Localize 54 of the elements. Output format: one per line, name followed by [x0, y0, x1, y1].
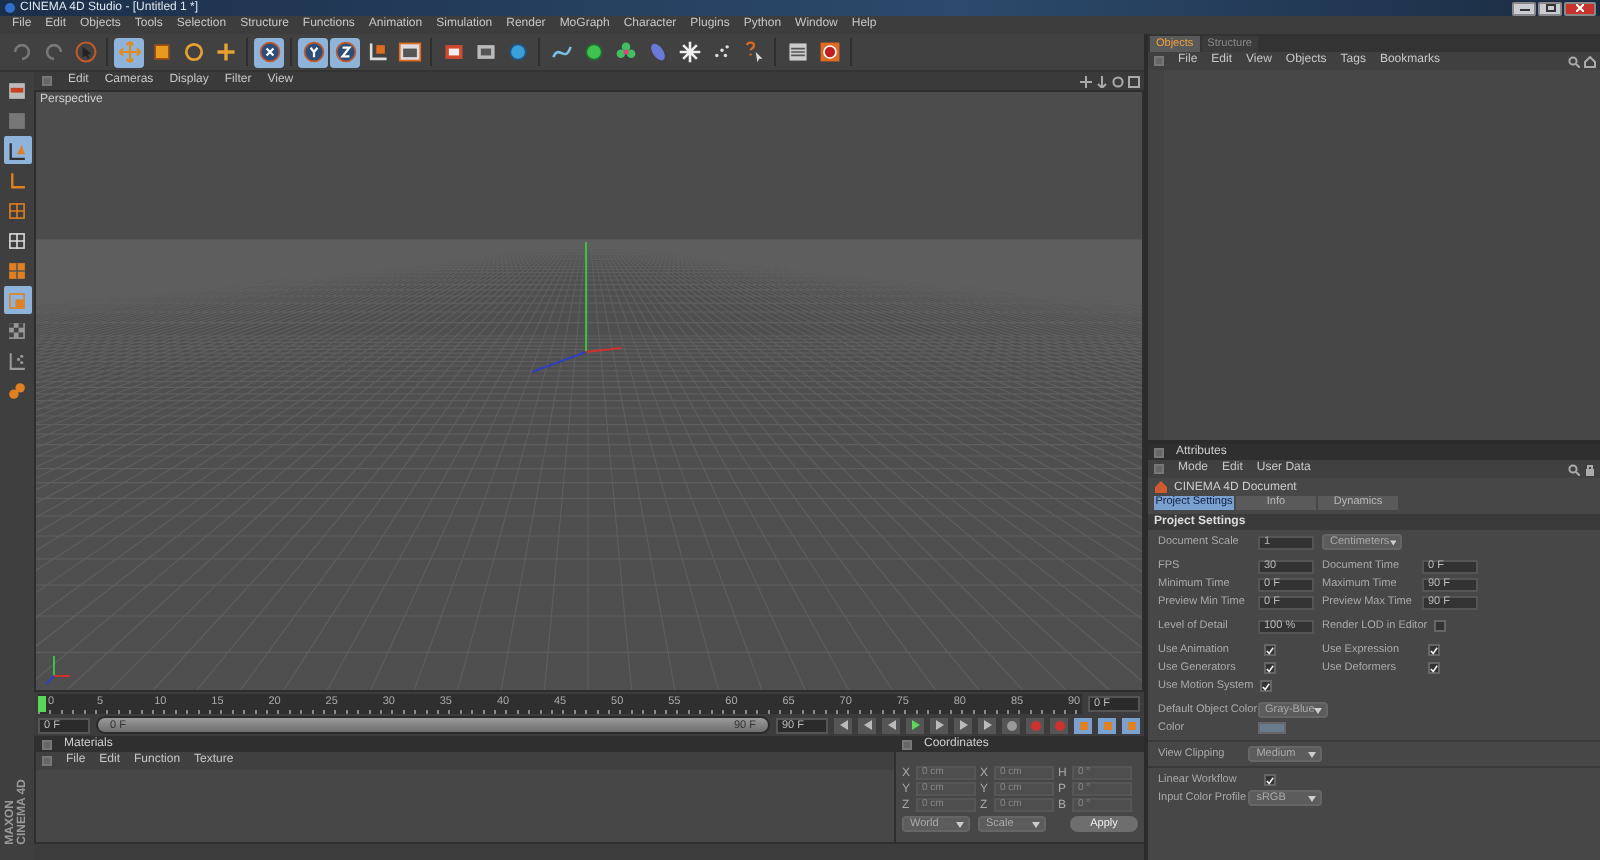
scale-key-icon[interactable]	[1098, 717, 1116, 733]
last-frame-icon[interactable]	[978, 717, 996, 733]
burst-icon[interactable]	[674, 37, 704, 67]
minimize-icon	[1519, 5, 1529, 11]
key-icon[interactable]	[1002, 717, 1020, 733]
y-axis-icon[interactable]	[298, 37, 328, 67]
zoom-view-icon[interactable]	[1096, 75, 1108, 87]
checkbox[interactable]	[1264, 662, 1276, 674]
checkbox[interactable]	[1264, 774, 1276, 786]
next-frame-icon[interactable]	[930, 717, 948, 733]
next-key-icon[interactable]	[954, 717, 972, 733]
close-button[interactable]	[1564, 1, 1596, 15]
select-arrow-icon[interactable]	[70, 37, 100, 67]
maximize-icon	[1545, 4, 1555, 12]
first-frame-icon[interactable]	[834, 717, 852, 733]
rotate-view-icon[interactable]	[1112, 75, 1124, 87]
color-swatch[interactable]	[1258, 722, 1286, 734]
x-axis-icon[interactable]	[254, 37, 284, 67]
move-key-icon[interactable]	[1074, 717, 1092, 733]
checkbox[interactable]	[1433, 620, 1446, 632]
minimize-button[interactable]	[1512, 1, 1536, 15]
caret-icon	[956, 821, 964, 827]
app-icon	[4, 2, 16, 14]
checkbox[interactable]	[1428, 662, 1440, 674]
checkbox[interactable]	[1264, 644, 1276, 656]
caret-icon	[1032, 821, 1040, 827]
checkbox[interactable]	[1259, 680, 1272, 692]
grip-icon[interactable]	[1154, 56, 1164, 66]
close-icon	[1576, 4, 1584, 12]
lock-icon[interactable]	[1584, 463, 1596, 475]
caret-icon	[1389, 539, 1396, 545]
grip-icon[interactable]	[42, 76, 52, 86]
uv-grid-icon[interactable]	[3, 286, 31, 314]
world-axis-icon	[45, 655, 71, 685]
previous-frame-icon[interactable]	[882, 717, 900, 733]
search-icon[interactable]	[1568, 463, 1580, 475]
z-axis-icon[interactable]	[330, 37, 360, 67]
grip-icon[interactable]	[902, 739, 912, 749]
caret-icon	[1314, 707, 1323, 713]
previous-key-icon[interactable]	[858, 717, 876, 733]
move-icon[interactable]	[114, 37, 144, 67]
clapper-icon[interactable]	[394, 37, 424, 67]
maximize-view-icon[interactable]	[1128, 75, 1140, 87]
search-icon[interactable]	[1568, 55, 1580, 67]
play-icon[interactable]	[906, 717, 924, 733]
home-icon[interactable]	[1584, 55, 1596, 67]
caret-icon	[1308, 751, 1316, 757]
axis-cone-icon[interactable]	[3, 136, 31, 164]
checkbox[interactable]	[1428, 644, 1440, 656]
move-view-icon[interactable]	[1080, 75, 1092, 87]
caret-icon	[1308, 795, 1316, 801]
axis-gizmo-drawing	[531, 241, 623, 373]
maximize-button[interactable]	[1538, 1, 1562, 15]
rotate-key-icon[interactable]	[1122, 717, 1140, 733]
